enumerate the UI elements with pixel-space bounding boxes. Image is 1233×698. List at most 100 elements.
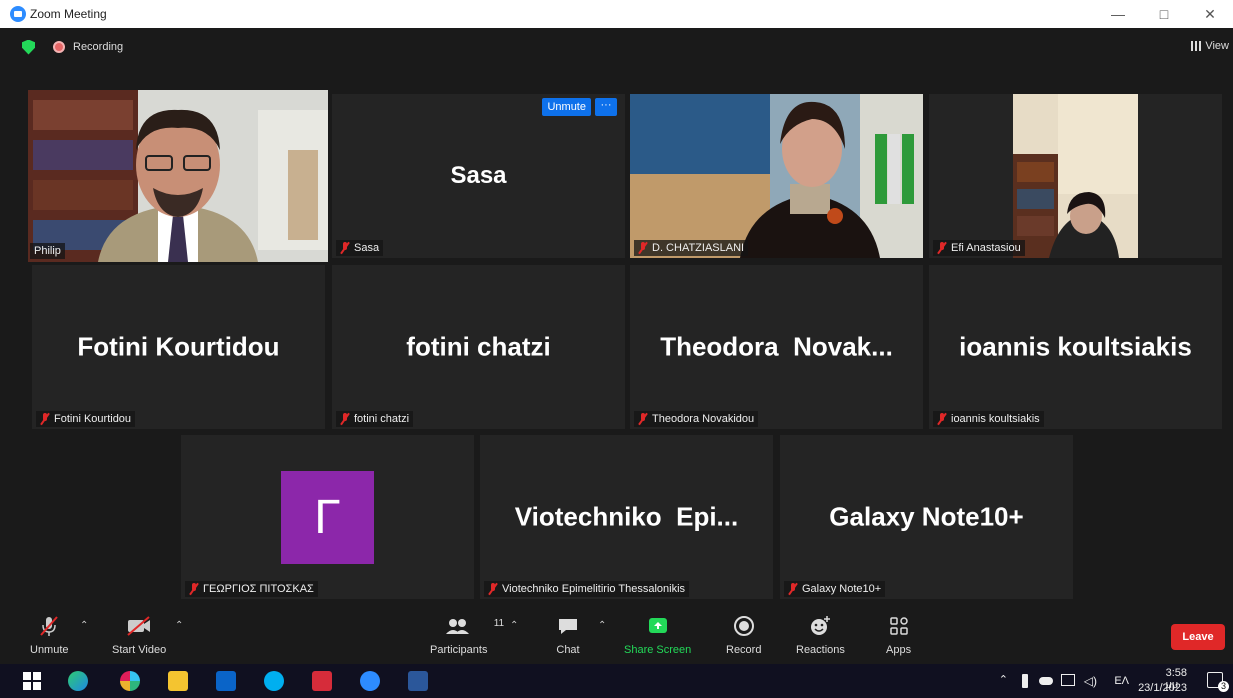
participant-tile-fotini-kourtidou[interactable]: Fotini Kourtidou Fotini Kourtidou <box>32 265 325 429</box>
participant-name-label: Theodora Novakidou <box>634 411 759 427</box>
windows-start-icon[interactable] <box>22 671 42 691</box>
participant-tile-galaxy-note10[interactable]: Galaxy Note10+ Galaxy Note10+ <box>780 435 1073 599</box>
audio-options-caret-icon[interactable]: ⌃ <box>80 620 88 631</box>
security-shield-icon[interactable] <box>22 39 35 55</box>
participant-video <box>630 94 923 258</box>
app-si-icon[interactable] <box>312 671 332 691</box>
participants-button[interactable]: 11 Participants <box>430 614 504 656</box>
reactions-button[interactable]: Reactions <box>796 614 845 656</box>
participant-display-name: Galaxy Note10+ <box>829 501 1024 532</box>
participant-tile-georgios-pitoskas[interactable]: Γ ΓΕΩΡΓΙΟΣ ΠΙΤΟΣΚΑΣ <box>181 435 474 599</box>
participant-tile-ioannis-koultsiakis[interactable]: ioannis koultsiakis ioannis koultsiakis <box>929 265 1222 429</box>
participant-name-label: ΓΕΩΡΓΙΟΣ ΠΙΤΟΣΚΑΣ <box>185 581 318 597</box>
participant-name-label: Efi Anastasiou <box>933 240 1025 256</box>
muted-mic-icon <box>937 242 947 254</box>
muted-mic-icon <box>37 614 61 638</box>
participants-count: 11 <box>493 618 505 629</box>
participant-display-name: fotini chatzi <box>406 331 551 362</box>
ask-to-unmute-button[interactable]: Unmute <box>542 98 591 116</box>
more-options-button[interactable]: ··· <box>595 98 617 116</box>
participant-tile-d-chatziaslani[interactable]: D. CHATZIASLANI <box>630 94 923 258</box>
participant-display-name: ioannis koultsiakis <box>959 331 1192 362</box>
volume-icon[interactable]: ◁) <box>1084 674 1097 688</box>
reactions-icon <box>808 614 832 638</box>
participant-tile-viotechniko[interactable]: Viotechniko Epi... Viotechniko Epimeliti… <box>480 435 773 599</box>
window-titlebar: Zoom Meeting — □ ✕ <box>0 0 1233 28</box>
muted-mic-icon <box>788 583 798 595</box>
tray-chevron-icon[interactable]: ⌃ <box>999 673 1008 686</box>
muted-mic-icon <box>488 583 498 595</box>
record-icon <box>732 614 756 638</box>
participant-display-name: Fotini Kourtidou <box>77 331 280 362</box>
participant-avatar: Γ <box>281 471 374 564</box>
meeting-toolbar: Unmute ⌃ Start Video ⌃ 11 Participants ⌃… <box>0 606 1233 664</box>
participant-tile-efi-anastasiou[interactable]: Efi Anastasiou <box>929 94 1222 258</box>
unmute-button[interactable]: Unmute <box>30 614 69 656</box>
muted-mic-icon <box>189 583 199 595</box>
participant-name-label: Fotini Kourtidou <box>36 411 136 427</box>
outlook-icon[interactable] <box>216 671 236 691</box>
zoom-taskbar-icon[interactable] <box>360 671 380 691</box>
chat-caret-icon[interactable]: ⌃ <box>598 620 606 631</box>
usb-icon[interactable] <box>1022 674 1028 688</box>
video-options-caret-icon[interactable]: ⌃ <box>175 620 183 631</box>
participant-tile-philip[interactable]: Philip <box>28 90 328 262</box>
view-label: View <box>1205 40 1229 52</box>
minimize-button[interactable]: — <box>1095 0 1141 28</box>
windows-taskbar: ⌃ ◁) ΕΛ 3:58 μμ 23/1/2023 3 <box>0 664 1233 698</box>
edge-browser-icon[interactable] <box>68 671 88 691</box>
network-icon[interactable] <box>1061 674 1075 686</box>
participant-name-label: Galaxy Note10+ <box>784 581 886 597</box>
grid-view-icon <box>1191 41 1202 51</box>
participant-name-label: Viotechniko Epimelitirio Thessalonikis <box>484 581 690 597</box>
share-screen-button[interactable]: Share Screen <box>624 614 691 656</box>
muted-mic-icon <box>340 242 350 254</box>
muted-mic-icon <box>638 413 648 425</box>
language-indicator[interactable]: ΕΛ <box>1114 675 1129 687</box>
muted-mic-icon <box>638 242 648 254</box>
window-title: Zoom Meeting <box>30 7 107 21</box>
participant-name-label: fotini chatzi <box>336 411 414 427</box>
chat-button[interactable]: Chat <box>556 614 580 656</box>
close-button[interactable]: ✕ <box>1187 0 1233 28</box>
start-video-button[interactable]: Start Video <box>112 614 166 656</box>
record-button[interactable]: Record <box>726 614 761 656</box>
zoom-logo-icon <box>10 6 26 22</box>
apps-icon <box>887 614 911 638</box>
maximize-button[interactable]: □ <box>1141 0 1187 28</box>
participant-display-name: Sasa <box>450 162 507 189</box>
word-icon[interactable] <box>408 671 428 691</box>
file-explorer-icon[interactable] <box>168 671 188 691</box>
muted-mic-icon <box>340 413 350 425</box>
muted-mic-icon <box>937 413 947 425</box>
slack-icon[interactable] <box>120 671 140 691</box>
participant-tile-sasa[interactable]: Sasa Unmute ··· Sasa <box>332 94 625 258</box>
chat-icon <box>556 614 580 638</box>
participant-display-name: Viotechniko Epi... <box>514 501 739 532</box>
view-button[interactable]: View <box>1191 40 1229 52</box>
muted-mic-icon <box>40 413 50 425</box>
participant-name-label: ioannis koultsiakis <box>933 411 1044 427</box>
participants-icon: 11 <box>444 614 504 638</box>
notification-count-badge: 3 <box>1218 681 1229 692</box>
video-off-icon <box>125 614 153 638</box>
window-controls: — □ ✕ <box>1095 0 1233 28</box>
participant-name-label: Sasa <box>336 240 384 256</box>
participant-tile-theodora-novakidou[interactable]: Theodora Novak... Theodora Novakidou <box>630 265 923 429</box>
participant-video <box>929 94 1222 258</box>
recording-label: Recording <box>73 41 124 53</box>
share-screen-icon <box>646 614 670 638</box>
apps-button[interactable]: Apps <box>886 614 911 656</box>
onedrive-icon[interactable] <box>1039 677 1053 685</box>
meeting-topbar: Recording View <box>0 28 1233 66</box>
participant-display-name: Theodora Novak... <box>660 331 893 362</box>
participant-name-label: D. CHATZIASLANI <box>634 240 749 256</box>
participant-name-label: Philip <box>30 243 65 259</box>
leave-button[interactable]: Leave <box>1171 624 1225 650</box>
participants-caret-icon[interactable]: ⌃ <box>510 620 518 631</box>
participant-tile-fotini-chatzi[interactable]: fotini chatzi fotini chatzi <box>332 265 625 429</box>
clock-date[interactable]: 23/1/2023 <box>1138 682 1187 694</box>
skype-icon[interactable] <box>264 671 284 691</box>
participant-video <box>28 90 328 262</box>
recording-icon <box>53 41 65 53</box>
